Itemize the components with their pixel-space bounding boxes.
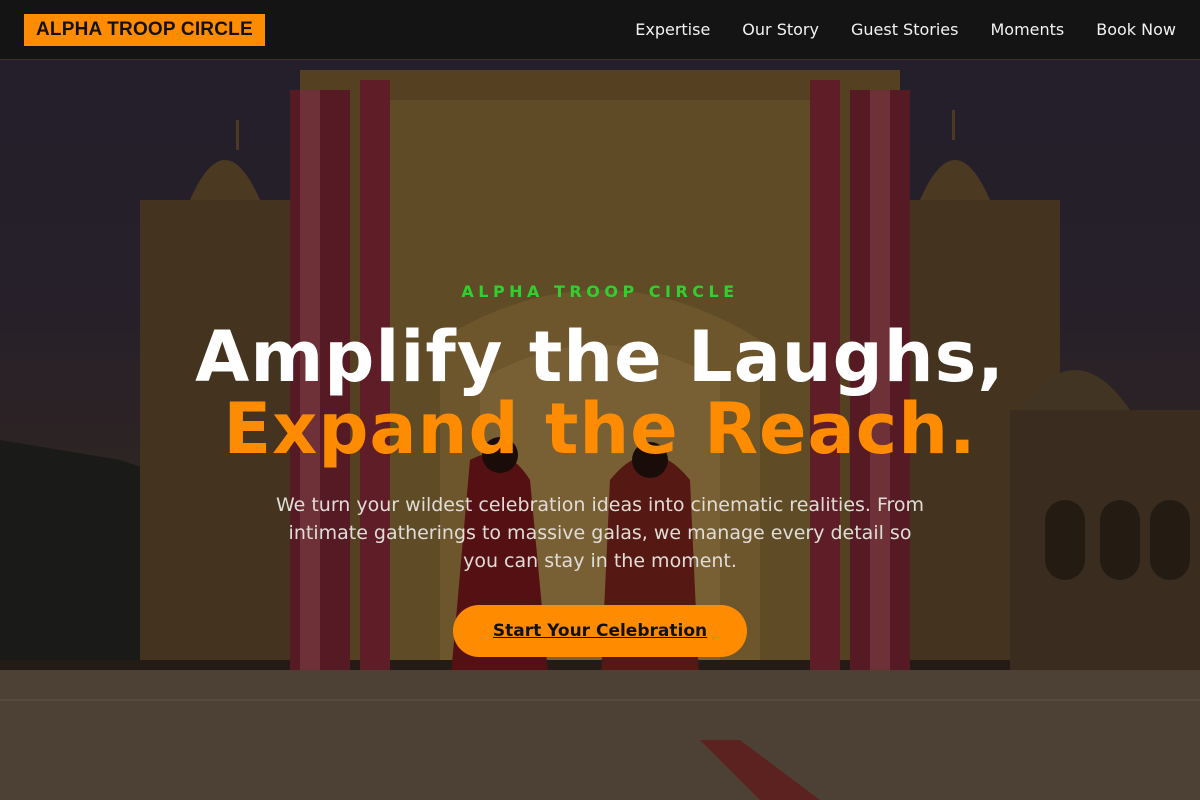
nav-link-guest-stories[interactable]: Guest Stories [851, 20, 959, 39]
nav-link-expertise[interactable]: Expertise [635, 20, 710, 39]
headline-line-2: Expand the Reach. [223, 388, 977, 470]
nav-link-book-now[interactable]: Book Now [1096, 20, 1176, 39]
headline-line-1: Amplify the Laughs, [195, 316, 1005, 398]
start-celebration-button[interactable]: Start Your Celebration [452, 605, 748, 657]
top-navbar: ALPHA TROOP CIRCLE Expertise Our Story G… [0, 0, 1200, 60]
nav-menu: Expertise Our Story Guest Stories Moment… [635, 20, 1176, 39]
nav-link-moments[interactable]: Moments [990, 20, 1064, 39]
hero-description: We turn your wildest celebration ideas i… [275, 494, 925, 572]
nav-link-our-story[interactable]: Our Story [742, 20, 819, 39]
hero-content: ALPHA TROOP CIRCLE Amplify the Laughs, E… [0, 282, 1200, 657]
hero-headline: Amplify the Laughs, Expand the Reach. [0, 321, 1200, 465]
brand-logo[interactable]: ALPHA TROOP CIRCLE [24, 13, 265, 46]
hero-section: ALPHA TROOP CIRCLE Amplify the Laughs, E… [0, 60, 1200, 800]
hero-eyebrow: ALPHA TROOP CIRCLE [461, 282, 739, 301]
